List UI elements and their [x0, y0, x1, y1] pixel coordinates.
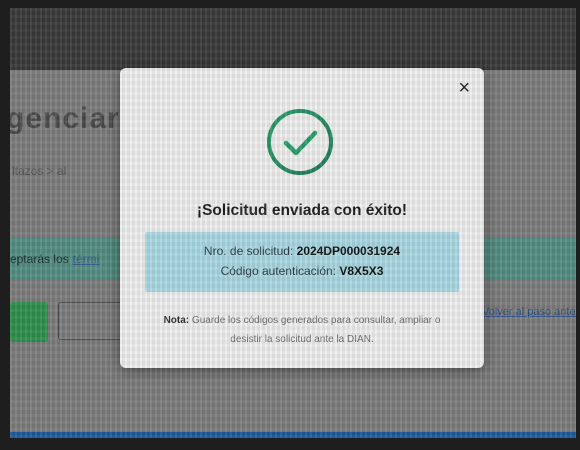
note: Nota: Guarde los códigos generados para … — [148, 311, 456, 349]
primary-button[interactable] — [10, 302, 48, 342]
modal-title: ¡Solicitud enviada con éxito! — [196, 202, 408, 219]
terms-link[interactable]: térmi — [73, 252, 100, 266]
close-button[interactable]: × — [458, 78, 470, 98]
request-number: 2024DP000031924 — [296, 244, 401, 258]
request-info-box: Nro. de solicitud: 2024DP000031924 Códig… — [145, 232, 459, 292]
request-label: Nro. de solicitud: — [203, 244, 294, 258]
breadcrumb: ltazos > al — [12, 164, 67, 178]
auth-code: V8X5X3 — [339, 264, 384, 278]
request-number-line: Nro. de solicitud: 2024DP000031924 — [145, 244, 459, 258]
bottom-bar — [10, 432, 576, 438]
auth-label: Código autenticación: — [220, 264, 337, 278]
screen: genciar s ltazos > al eptarás los térmi V… — [10, 8, 576, 438]
terms-text: eptarás los térmi — [10, 252, 99, 266]
terms-label: eptarás los — [10, 252, 69, 266]
note-text: Guarde los códigos generados para consul… — [191, 315, 441, 345]
check-circle-icon — [267, 109, 333, 175]
back-link[interactable]: Volver al paso anterior — [482, 306, 576, 318]
success-modal: × ¡Solicitud enviada con éxito! Nro. de … — [120, 68, 484, 368]
note-label: Nota: — [163, 315, 190, 326]
auth-code-line: Código autenticación: V8X5X3 — [145, 264, 459, 278]
top-bar — [10, 8, 576, 70]
